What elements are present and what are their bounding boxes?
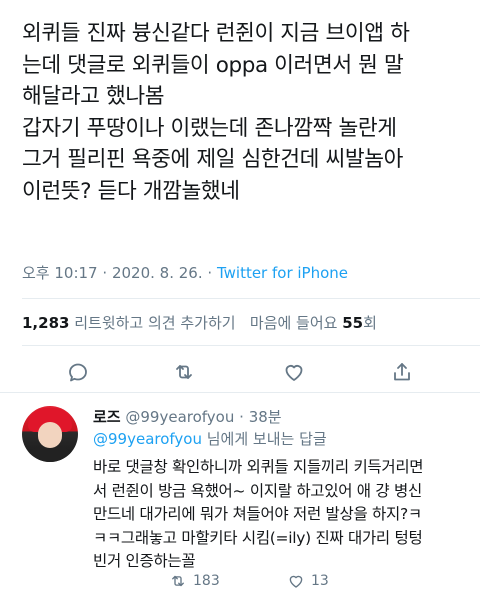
heart-icon — [289, 575, 303, 588]
tweet-line: 이런뜻? 듣다 개깜놀했네 — [22, 178, 240, 204]
reply-tweet[interactable]: 로즈 @99yearofyou · 38분 @99yearofyou 님에게 보… — [0, 398, 480, 599]
reply-header: 로즈 @99yearofyou · 38분 — [93, 406, 282, 427]
reply-retweet-count: 183 — [193, 573, 220, 589]
reply-retweet-button[interactable]: 183 — [169, 572, 220, 590]
like-count[interactable]: 55 — [342, 314, 363, 332]
tweet-text: 외퀴들 진짜 븅신같다 런쥔이 지금 브이앱 하 는데 댓글로 외퀴들이 opp… — [22, 18, 468, 207]
tweet-line: 는데 댓글로 외퀴들이 oppa 이러면서 뭔 말 — [22, 52, 404, 78]
reply-like-count: 13 — [311, 573, 329, 589]
comment-icon[interactable] — [64, 358, 92, 386]
reply-like-button[interactable]: 13 — [287, 572, 329, 590]
reply-author-name[interactable]: 로즈 — [93, 408, 121, 426]
tweet-line: 그거 필리핀 욕중에 제일 심한건데 씨발놈아 — [22, 147, 404, 172]
share-icon[interactable] — [388, 358, 416, 386]
avatar[interactable] — [22, 406, 78, 462]
divider — [22, 345, 480, 346]
tweet-action-bar — [0, 354, 480, 390]
reply-text: 바로 댓글창 확인하니까 외퀴들 지들끼리 키득거리면 서 런쥔이 방금 욕했어… — [93, 456, 473, 574]
tweet-line: 외퀴들 진짜 븅신같다 런쥔이 지금 브이앱 하 — [22, 21, 410, 46]
tweet-line: 갑자기 푸땅이나 이랬는데 존나깜짝 놀란게 — [22, 115, 397, 141]
like-label[interactable]: 마음에 들어요 — [250, 314, 338, 332]
tweet-source-link[interactable]: Twitter for iPhone — [217, 264, 348, 282]
reply-line: 만드네 대가리에 뭐가 쳐들어야 저런 발상을 하지?ㅋ — [93, 505, 422, 523]
like-unit: 회 — [363, 314, 377, 332]
meta-separator: · — [207, 264, 213, 282]
retweet-label[interactable]: 리트윗하고 의견 추가하기 — [74, 314, 235, 332]
replying-to-label: 님에게 보내는 답글 — [201, 430, 327, 448]
retweet-count[interactable]: 1,283 — [22, 314, 69, 332]
heart-icon[interactable] — [280, 358, 308, 386]
tweet-meta: 오후 10:17 · 2020. 8. 26. · Twitter for iP… — [22, 262, 348, 283]
divider — [22, 298, 480, 299]
reply-author-handle[interactable]: @99yearofyou — [125, 408, 234, 426]
retweet-icon[interactable] — [170, 358, 198, 386]
meta-separator: · — [102, 264, 108, 282]
tweet-stats: 1,283 리트윗하고 의견 추가하기 마음에 들어요 55회 — [22, 312, 377, 333]
reply-action-bar: 183 13 — [93, 572, 473, 594]
reply-line: 빈거 인증하는꼴 — [93, 552, 196, 570]
retweet-icon — [172, 575, 184, 587]
reply-time: 38분 — [248, 408, 282, 426]
tweet-date[interactable]: 2020. 8. 26. — [112, 264, 203, 282]
reply-mention-link[interactable]: @99yearofyou — [93, 430, 202, 448]
meta-separator: · — [239, 408, 244, 426]
reply-line: 바로 댓글창 확인하니까 외퀴들 지들끼리 키득거리면 — [93, 458, 424, 476]
reply-line: 서 런쥔이 방금 욕했어~ 이지랄 하고있어 애 걍 병신 — [93, 481, 422, 500]
tweet-time[interactable]: 오후 10:17 — [22, 264, 98, 282]
tweet-line: 해달라고 했나봄 — [22, 84, 165, 109]
replying-to: @99yearofyou 님에게 보내는 답글 — [93, 428, 327, 449]
reply-line: ㅋㅋ그래놓고 마할키타 시킴(=ily) 진짜 대가리 텅텅 — [93, 528, 423, 547]
divider — [0, 392, 480, 393]
